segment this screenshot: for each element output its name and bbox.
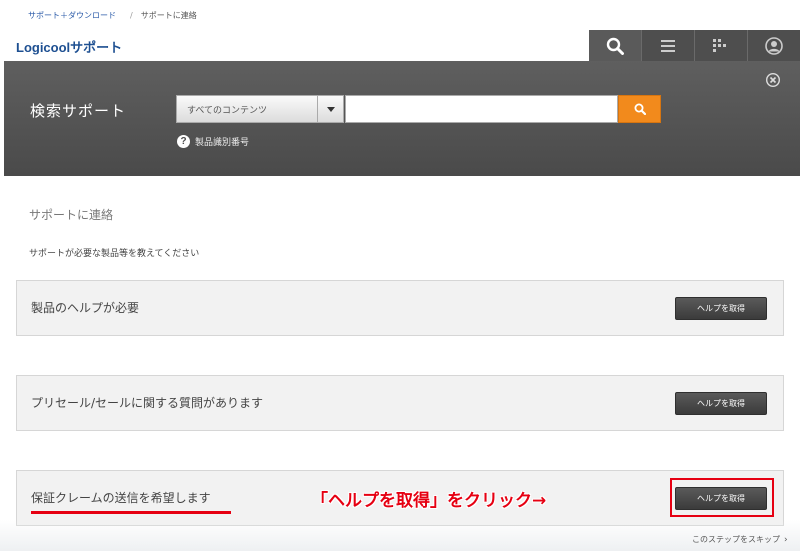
breadcrumb-separator: /: [130, 11, 133, 20]
top-nav: [589, 30, 800, 61]
grid-icon: [713, 38, 726, 52]
content-type-select-value: すべてのコンテンツ: [187, 105, 268, 116]
close-button[interactable]: [765, 72, 781, 88]
section-subtitle: サポートが必要な製品等を教えてください: [29, 249, 200, 259]
annotation-highlight-box: [670, 478, 774, 517]
close-icon: [765, 72, 781, 88]
breadcrumb-home-link[interactable]: サポート＋ダウンロード: [28, 10, 116, 21]
bottom-fade: [0, 520, 800, 551]
annotation-text: 「ヘルプを取得」をクリック→: [311, 491, 547, 511]
section-title: サポートに連絡: [29, 208, 114, 222]
product-id-link[interactable]: ? 製品識別番号: [177, 135, 249, 148]
annotation-underline: [31, 511, 231, 514]
search-icon: [634, 103, 646, 115]
question-icon: ?: [177, 135, 190, 148]
skip-step-link[interactable]: このステップをスキップ ›: [692, 534, 788, 545]
user-icon: [765, 36, 783, 55]
search-icon: [606, 37, 624, 55]
search-panel: 検索サポート すべてのコンテンツ ? 製品識別番号: [4, 61, 800, 176]
product-id-label: 製品識別番号: [195, 138, 250, 148]
caret-down-icon: [326, 106, 335, 112]
help-card-label: 保証クレームの送信を希望します: [31, 491, 211, 505]
help-card-label: 製品のヘルプが必要: [31, 301, 140, 315]
search-submit-button[interactable]: [618, 95, 661, 123]
skip-step-label: このステップをスキップ: [692, 535, 780, 544]
chevron-right-icon: ›: [784, 534, 788, 545]
content-type-select[interactable]: すべてのコンテンツ: [176, 95, 344, 123]
select-arrow[interactable]: [317, 96, 343, 122]
brand-title[interactable]: Logicoolサポート: [16, 37, 122, 56]
get-help-button[interactable]: ヘルプを取得: [675, 297, 767, 320]
menu-nav-button[interactable]: [641, 30, 694, 61]
help-card-presales: プリセール/セールに関する質問があります ヘルプを取得: [16, 375, 784, 431]
search-nav-button[interactable]: [589, 30, 641, 61]
account-nav-button[interactable]: [747, 30, 800, 61]
menu-icon: [661, 39, 675, 52]
breadcrumb: サポート＋ダウンロード / サポートに連絡: [28, 10, 197, 21]
breadcrumb-current: サポートに連絡: [140, 11, 197, 20]
search-panel-title: 検索サポート: [30, 102, 127, 120]
help-card-product: 製品のヘルプが必要 ヘルプを取得: [16, 280, 784, 336]
apps-nav-button[interactable]: [694, 30, 747, 61]
help-card-label: プリセール/セールに関する質問があります: [31, 396, 264, 410]
get-help-button[interactable]: ヘルプを取得: [675, 392, 767, 415]
search-input[interactable]: [345, 95, 618, 123]
